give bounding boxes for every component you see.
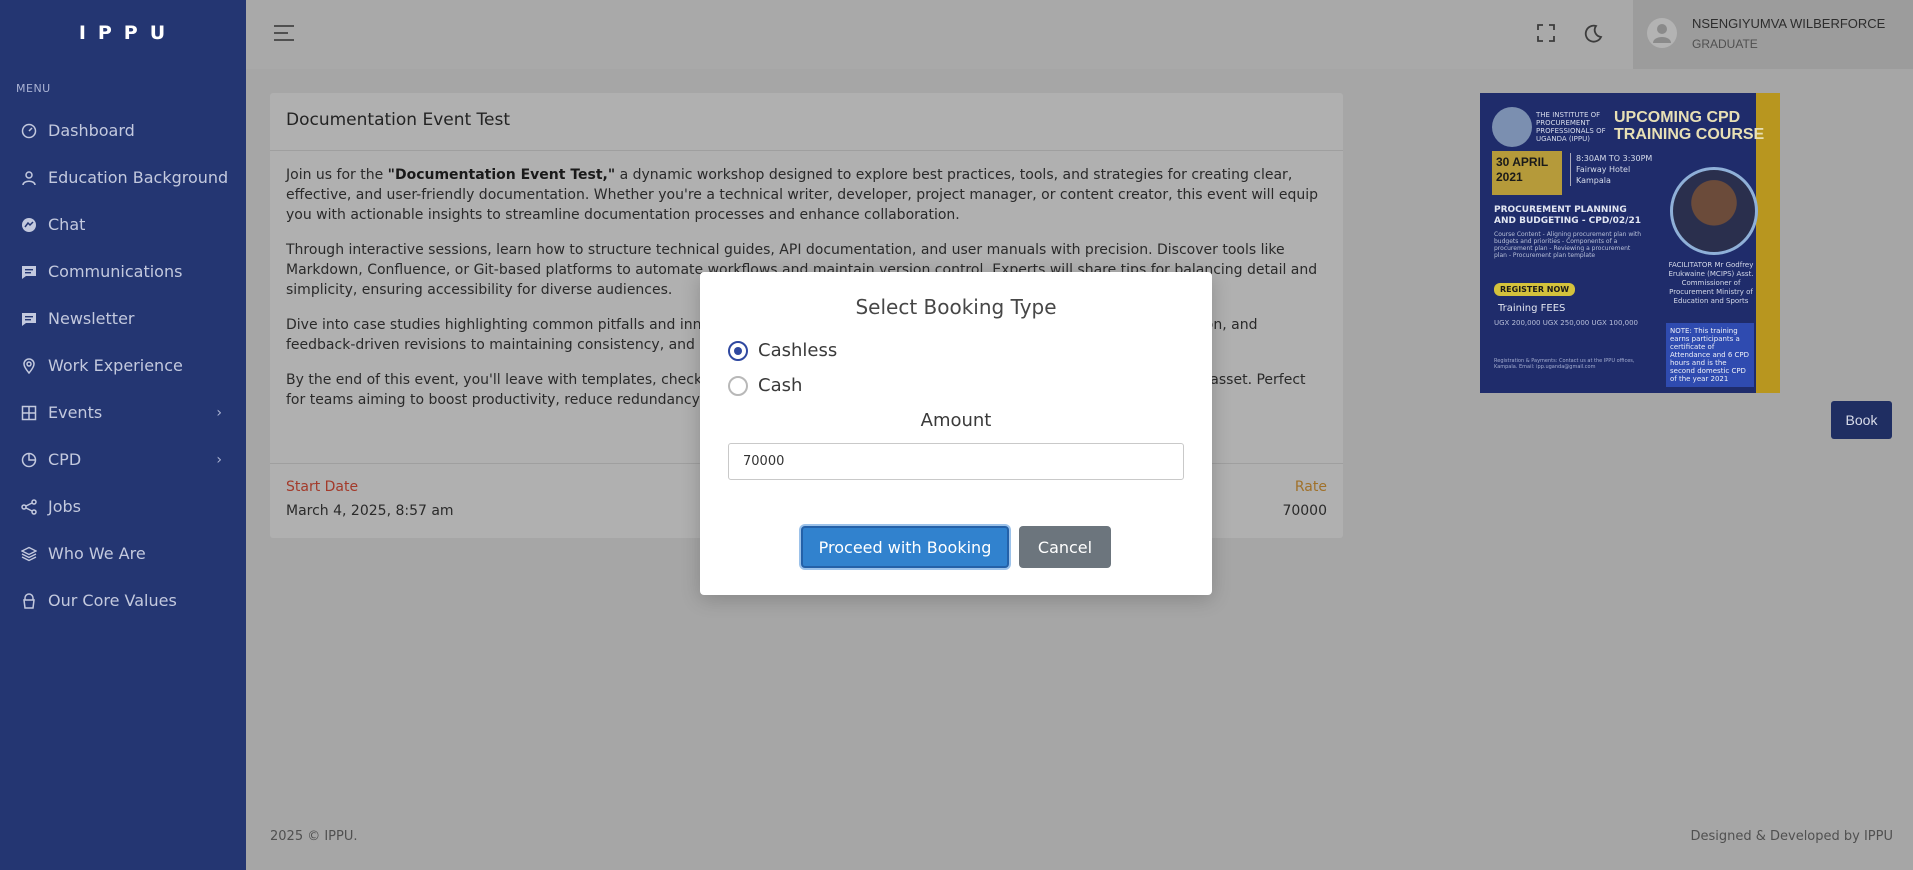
poster-register: REGISTER NOW <box>1494 283 1576 296</box>
headline-line: UPCOMING CPD <box>1614 109 1741 126</box>
sidebar-item-label: Communications <box>48 262 183 281</box>
poster-venue: 8:30AM TO 3:30PM Fairway Hotel Kampala <box>1570 153 1652 186</box>
user-name: NSENGIYUMVA WILBERFORCE <box>1692 16 1886 31</box>
footer-credit: Designed & Developed by IPPU <box>1690 829 1893 844</box>
radio-option-cash[interactable]: Cash <box>728 375 802 396</box>
amount-label: Amount <box>920 410 992 431</box>
grid-icon <box>20 404 37 421</box>
radio-label: Cash <box>758 375 803 396</box>
user-icon <box>20 169 37 186</box>
avatar <box>1647 18 1677 48</box>
date-year: 2021 <box>1496 170 1523 184</box>
sidebar-item-label: Newsletter <box>48 309 135 328</box>
modal-title: Select Booking Type <box>855 295 1057 319</box>
poster-fees-values: UGX 200,000 UGX 250,000 UGX 100,000 <box>1494 319 1638 327</box>
poster-date: 30 APRIL 2021 <box>1492 151 1562 195</box>
user-menu[interactable]: NSENGIYUMVA WILBERFORCE GRADUATE <box>1633 0 1913 69</box>
footer-copyright: 2025 © IPPU. <box>270 829 358 844</box>
event-title: Documentation Event Test <box>270 93 1343 151</box>
sidebar-item-label: Who We Are <box>48 544 146 563</box>
sidebar-item-label: Events <box>48 403 103 422</box>
app-logo[interactable]: IPPU <box>0 0 246 66</box>
lock-icon <box>20 592 37 609</box>
start-date-value: March 4, 2025, 8:57 am <box>286 503 454 519</box>
messenger-icon <box>20 216 37 233</box>
sidebar-item-label: Jobs <box>48 497 81 516</box>
book-button[interactable]: Book <box>1831 401 1892 439</box>
poster-fees-title: Training FEES <box>1498 303 1566 314</box>
ippu-logo <box>1492 107 1532 147</box>
sidebar-item-cpd[interactable]: CPD › <box>0 436 246 483</box>
location-icon <box>20 357 37 374</box>
sidebar: IPPU MENU Dashboard Education Background… <box>0 0 246 870</box>
layers-icon <box>20 545 37 562</box>
dashboard-icon <box>20 122 37 139</box>
venue: Fairway Hotel <box>1576 165 1631 174</box>
sidebar-item-label: Dashboard <box>48 121 135 140</box>
start-date-label: Start Date <box>286 479 359 495</box>
fullscreen-icon[interactable] <box>1536 23 1556 43</box>
amount-input[interactable] <box>728 443 1184 480</box>
text: Join us for the <box>286 167 388 183</box>
sidebar-item-chat[interactable]: Chat <box>0 201 246 248</box>
poster-contact: Registration & Payments: Contact us at t… <box>1494 358 1635 370</box>
menu-title: MENU <box>16 82 51 95</box>
poster-note: NOTE: This training earns participants a… <box>1666 323 1754 387</box>
sidebar-item-label: Education Background <box>48 168 229 187</box>
sidebar-item-label: Chat <box>48 215 86 234</box>
sidebar-item-label: Work Experience <box>48 356 183 375</box>
message-icon <box>20 263 37 280</box>
message-icon <box>20 310 37 327</box>
poster-course-content: Course Content - Aligning procurement pl… <box>1494 231 1642 259</box>
sidebar-item-who-we-are[interactable]: Who We Are <box>0 530 246 577</box>
sidebar-item-dashboard[interactable]: Dashboard <box>0 107 246 154</box>
chevron-right-icon: › <box>216 405 222 421</box>
topbar: NSENGIYUMVA WILBERFORCE GRADUATE <box>246 0 1913 69</box>
sidebar-item-label: Our Core Values <box>48 591 177 610</box>
poster-course-title: PROCUREMENT PLANNING AND BUDGETING - CPD… <box>1494 205 1641 226</box>
booking-modal: Select Booking Type Cashless Cash Amount… <box>700 272 1212 595</box>
sidebar-item-label: CPD <box>48 450 82 469</box>
sidebar-item-work-experience[interactable]: Work Experience <box>0 342 246 389</box>
rate-label: Rate <box>1294 479 1327 495</box>
poster-headline: UPCOMING CPD TRAINING COURSE <box>1614 109 1764 143</box>
date-day: 30 APRIL <box>1496 155 1549 169</box>
cancel-button[interactable]: Cancel <box>1019 526 1111 568</box>
poster-facilitator: FACILITATOR Mr Godfrey Erukwaine (MCIPS)… <box>1668 261 1754 305</box>
share-icon <box>20 498 37 515</box>
pie-chart-icon <box>20 451 37 468</box>
rate-value: 70000 <box>1282 503 1327 519</box>
facilitator-photo <box>1670 167 1758 255</box>
radio-button-checked[interactable] <box>728 340 748 361</box>
radio-label: Cashless <box>758 340 838 361</box>
sidebar-item-communications[interactable]: Communications <box>0 248 246 295</box>
menu-toggle-icon[interactable] <box>274 25 294 46</box>
radio-button[interactable] <box>728 375 748 396</box>
sidebar-item-our-core-values[interactable]: Our Core Values <box>0 577 246 624</box>
time: 8:30AM TO 3:30PM <box>1576 154 1653 163</box>
proceed-with-booking-button[interactable]: Proceed with Booking <box>801 526 1009 568</box>
venue: Kampala <box>1576 176 1611 185</box>
sidebar-item-education-background[interactable]: Education Background <box>0 154 246 201</box>
headline-line: TRAINING COURSE <box>1614 126 1765 143</box>
dark-mode-icon[interactable] <box>1582 23 1604 45</box>
footer: 2025 © IPPU. Designed & Developed by IPP… <box>246 807 1913 870</box>
sidebar-item-newsletter[interactable]: Newsletter <box>0 295 246 342</box>
description-paragraph: Join us for the "Documentation Event Tes… <box>286 165 1327 225</box>
poster-institute: THE INSTITUTE OF PROCUREMENT PROFESSIONA… <box>1536 111 1606 143</box>
chevron-right-icon: › <box>216 452 222 468</box>
event-poster: THE INSTITUTE OF PROCUREMENT PROFESSIONA… <box>1480 93 1780 393</box>
sidebar-item-events[interactable]: Events › <box>0 389 246 436</box>
sidebar-item-jobs[interactable]: Jobs <box>0 483 246 530</box>
event-name-bold: "Documentation Event Test," <box>387 167 616 183</box>
radio-option-cashless[interactable]: Cashless <box>728 340 837 361</box>
user-role: GRADUATE <box>1692 37 1758 51</box>
